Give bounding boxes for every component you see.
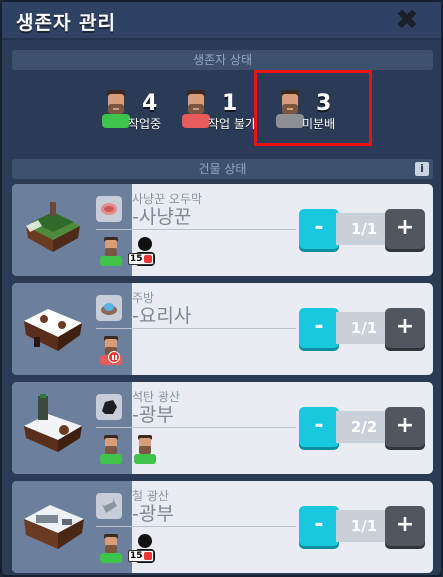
unavailable-count: 1 bbox=[222, 91, 238, 116]
iron-mine-building-icon bbox=[24, 505, 84, 549]
building-role: -사냥꾼 bbox=[132, 206, 192, 228]
survivor-status-area: 4 작업중 1 작업 불가 3 미분배 bbox=[2, 72, 441, 158]
assigned-count: 1/1 bbox=[336, 213, 392, 245]
unassigned-highlight-box bbox=[254, 70, 372, 146]
building-card-iron-mine: 철 광산 -광부 15 - 1/1 + bbox=[12, 481, 433, 573]
assigned-count: 2/2 bbox=[336, 411, 392, 443]
building-card-hunter-hut: 사냥꾼 오두막 -사냥꾼 15 - 1/1 + bbox=[12, 184, 433, 276]
building-status-header: 건물 상태 i bbox=[12, 159, 433, 179]
level-lock-badge: 15 bbox=[128, 550, 154, 562]
assigned-count: 1/1 bbox=[336, 312, 392, 344]
survivor-status-title: 생존자 상태 bbox=[192, 53, 252, 67]
unavailable-label: 작업 불가 bbox=[208, 117, 256, 131]
coal-icon bbox=[96, 394, 122, 420]
working-count: 4 bbox=[142, 91, 158, 116]
building-card-kitchen: 주방 -요리사 - 1/1 + bbox=[12, 283, 433, 375]
assigned-count: 1/1 bbox=[336, 510, 392, 542]
increase-worker-button[interactable]: + bbox=[385, 209, 425, 249]
increase-worker-button[interactable]: + bbox=[385, 407, 425, 447]
survivor-slot-icon bbox=[100, 435, 122, 464]
survivor-unavailable-icon bbox=[182, 90, 210, 128]
iron-icon bbox=[96, 493, 122, 519]
increase-worker-button[interactable]: + bbox=[385, 308, 425, 348]
lock-icon bbox=[144, 552, 152, 560]
food-icon bbox=[96, 295, 122, 321]
survivor-status-header: 생존자 상태 bbox=[12, 50, 433, 70]
survivor-slot-icon bbox=[100, 237, 122, 266]
kitchen-building-icon bbox=[24, 309, 82, 351]
title-bar: 생존자 관리 ✖ bbox=[2, 2, 441, 40]
building-status-title: 건물 상태 bbox=[198, 162, 247, 176]
decrease-worker-button[interactable]: - bbox=[299, 209, 339, 249]
close-icon[interactable]: ✖ bbox=[393, 6, 421, 34]
coal-mine-building-icon bbox=[24, 394, 82, 452]
survivor-working-icon bbox=[102, 90, 130, 128]
survivor-management-panel: 생존자 관리 ✖ 생존자 상태 4 작업중 1 작업 불가 3 미분배 건물 상… bbox=[0, 0, 443, 577]
increase-worker-button[interactable]: + bbox=[385, 506, 425, 546]
building-card-coal-mine: 석탄 광산 -광부 - 2/2 + bbox=[12, 382, 433, 474]
level-lock-badge: 15 bbox=[128, 253, 154, 265]
window-title: 생존자 관리 bbox=[16, 12, 117, 34]
building-role: -요리사 bbox=[132, 305, 192, 327]
pause-icon bbox=[108, 351, 120, 363]
meat-icon bbox=[96, 196, 122, 222]
working-label: 작업중 bbox=[128, 117, 162, 131]
info-icon[interactable]: i bbox=[415, 162, 429, 176]
survivor-slot-icon bbox=[100, 534, 122, 563]
hunter-hut-building-icon bbox=[26, 202, 80, 252]
decrease-worker-button[interactable]: - bbox=[299, 308, 339, 348]
building-role: -광부 bbox=[132, 503, 174, 525]
decrease-worker-button[interactable]: - bbox=[299, 506, 339, 546]
survivor-slot-icon bbox=[134, 435, 156, 464]
building-role: -광부 bbox=[132, 404, 174, 426]
lock-icon bbox=[144, 255, 152, 263]
decrease-worker-button[interactable]: - bbox=[299, 407, 339, 447]
